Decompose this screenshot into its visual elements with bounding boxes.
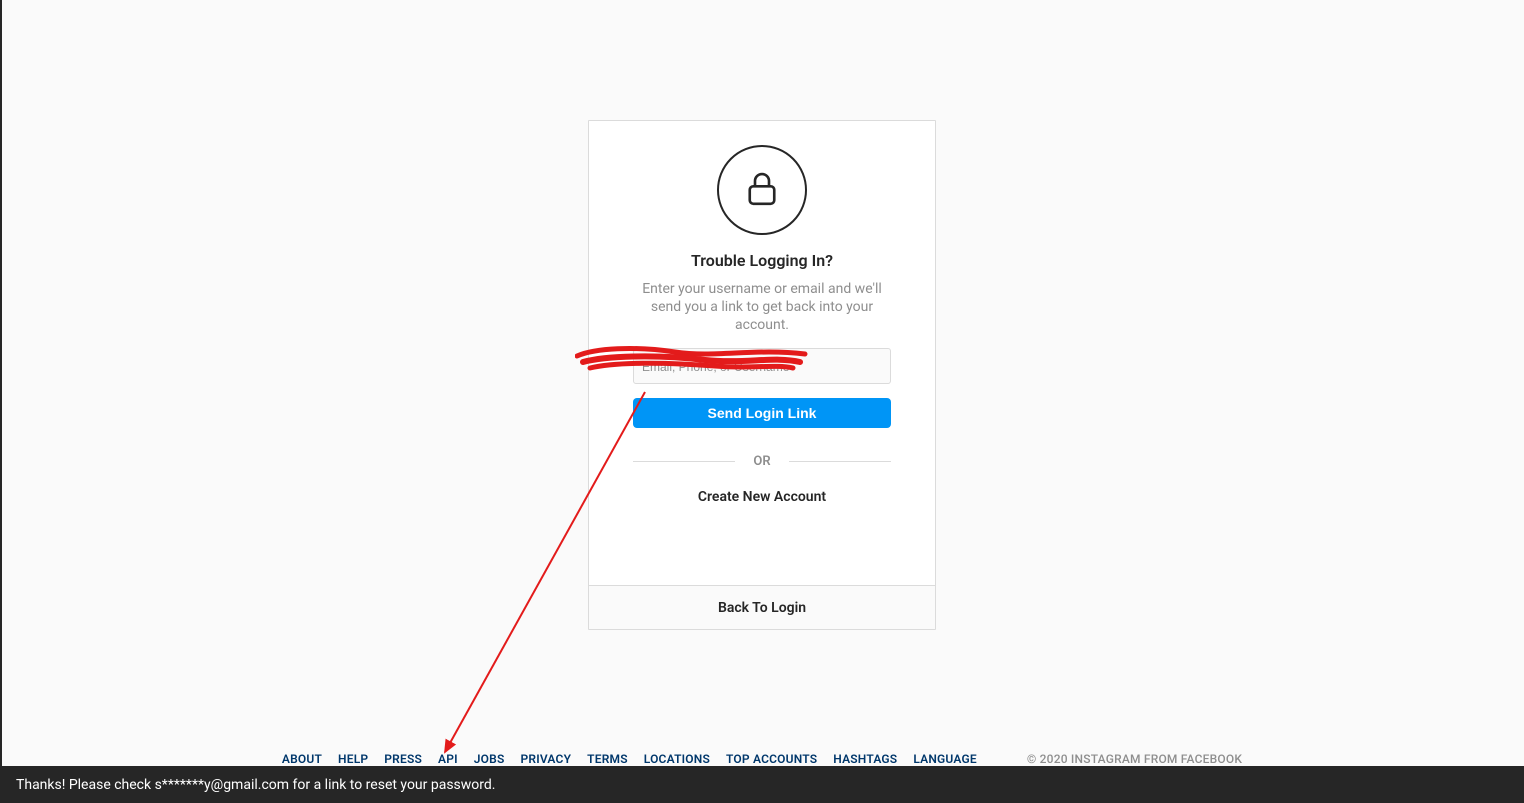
toast-message: Thanks! Please check s*******y@gmail.com… — [16, 777, 496, 793]
footer-links: ABOUT HELP PRESS API JOBS PRIVACY TERMS … — [282, 752, 977, 766]
footer-link-press[interactable]: PRESS — [384, 752, 422, 766]
card-title: Trouble Logging In? — [691, 251, 833, 270]
divider-line — [633, 461, 735, 462]
toast-notification: Thanks! Please check s*******y@gmail.com… — [0, 766, 1524, 803]
footer: ABOUT HELP PRESS API JOBS PRIVACY TERMS … — [0, 752, 1524, 766]
card-content: Trouble Logging In? Enter your username … — [589, 121, 935, 585]
main-container: Trouble Logging In? Enter your username … — [0, 0, 1524, 630]
or-divider: OR — [633, 454, 891, 469]
footer-link-top-accounts[interactable]: TOP ACCOUNTS — [726, 752, 817, 766]
footer-link-help[interactable]: HELP — [338, 752, 368, 766]
footer-link-language[interactable]: LANGUAGE — [913, 752, 977, 766]
footer-copyright: © 2020 INSTAGRAM FROM FACEBOOK — [1027, 752, 1242, 766]
footer-link-about[interactable]: ABOUT — [282, 752, 322, 766]
footer-link-terms[interactable]: TERMS — [587, 752, 628, 766]
or-label: OR — [753, 454, 770, 469]
username-email-input[interactable] — [633, 348, 891, 384]
create-new-account-link[interactable]: Create New Account — [698, 489, 826, 505]
trouble-login-card: Trouble Logging In? Enter your username … — [588, 120, 936, 630]
send-login-link-button[interactable]: Send Login Link — [633, 398, 891, 428]
footer-link-jobs[interactable]: JOBS — [474, 752, 505, 766]
input-wrapper — [633, 348, 891, 384]
back-to-login-button[interactable]: Back To Login — [589, 585, 935, 629]
left-border-decoration — [0, 0, 2, 766]
lock-circle — [717, 145, 807, 235]
divider-line — [789, 461, 891, 462]
lock-icon — [741, 167, 783, 213]
footer-link-privacy[interactable]: PRIVACY — [521, 752, 572, 766]
footer-link-locations[interactable]: LOCATIONS — [644, 752, 710, 766]
footer-link-hashtags[interactable]: HASHTAGS — [833, 752, 897, 766]
card-subtitle: Enter your username or email and we'll s… — [633, 280, 891, 334]
footer-link-api[interactable]: API — [438, 752, 458, 766]
